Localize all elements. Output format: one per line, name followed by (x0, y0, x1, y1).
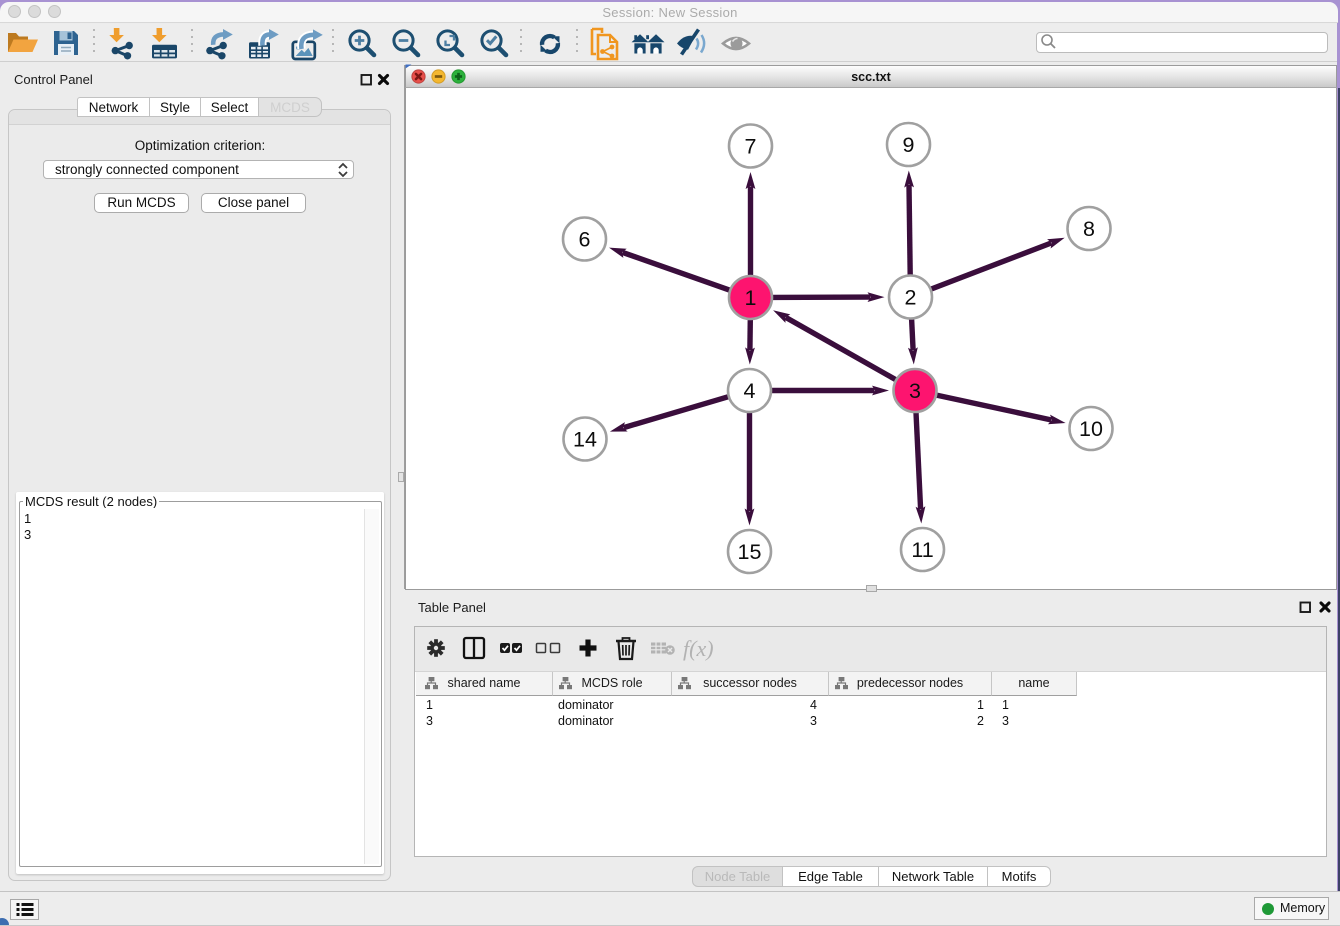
svg-text:6: 6 (579, 228, 591, 252)
svg-text:10: 10 (1079, 417, 1103, 441)
svg-text:2: 2 (905, 286, 917, 310)
svg-text:4: 4 (744, 379, 756, 403)
svg-text:3: 3 (909, 379, 921, 403)
svg-text:9: 9 (903, 133, 915, 157)
svg-text:1: 1 (745, 286, 757, 310)
svg-text:14: 14 (573, 428, 597, 452)
svg-text:7: 7 (745, 135, 757, 159)
svg-text:11: 11 (911, 538, 933, 562)
svg-text:8: 8 (1083, 217, 1095, 241)
svg-text:f(x): f(x) (683, 636, 714, 661)
svg-text:15: 15 (738, 540, 762, 564)
